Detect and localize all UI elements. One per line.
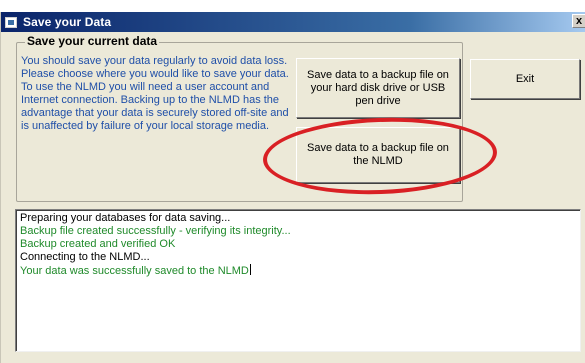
log-line: Preparing your databases for data saving… <box>20 212 231 224</box>
status-log[interactable]: Preparing your databases for data saving… <box>15 209 581 352</box>
save-to-hard-disk-button[interactable]: Save data to a backup file on your hard … <box>296 58 460 118</box>
window-title: Save your Data <box>23 15 112 29</box>
close-icon[interactable]: x <box>572 14 585 28</box>
text-caret <box>249 264 251 275</box>
save-to-nlmd-button[interactable]: Save data to a backup file on the NLMD <box>296 127 460 183</box>
exit-button[interactable]: Exit <box>470 59 580 99</box>
group-title: Save your current data <box>25 34 160 48</box>
info-text: You should save your data regularly to a… <box>21 55 293 133</box>
info-paragraph: To use the NLMD you will need a user acc… <box>21 81 289 132</box>
log-line: Your data was successfully saved to the … <box>20 264 576 278</box>
app-icon <box>5 16 17 28</box>
title-bar[interactable]: Save your Data x <box>1 12 585 32</box>
log-line: Backup created and verified OK <box>20 238 176 250</box>
log-line: Connecting to the NLMD... <box>20 251 150 263</box>
save-data-window: Save your Data x Save your current data … <box>0 12 585 363</box>
info-paragraph: You should save your data regularly to a… <box>21 55 288 67</box>
info-paragraph: Please choose where you would like to sa… <box>21 68 289 80</box>
log-line-text: Your data was successfully saved to the … <box>20 265 249 277</box>
log-line: Backup file created successfully - verif… <box>20 225 291 237</box>
